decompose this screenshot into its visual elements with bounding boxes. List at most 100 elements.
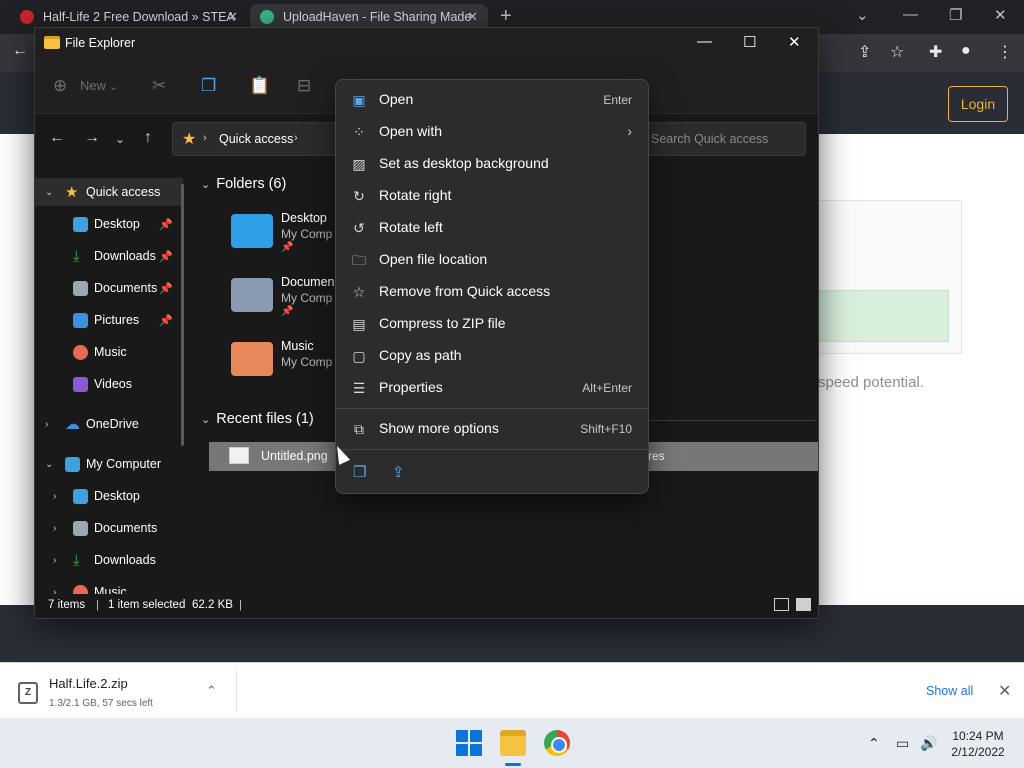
title-bar: File Explorer — ☐ ✕: [35, 28, 818, 58]
new-tab-icon[interactable]: +: [500, 5, 512, 28]
details-view-icon[interactable]: [774, 598, 789, 611]
menu-label: Rotate right: [379, 187, 452, 203]
menu-item-remove-from-quick-access[interactable]: ☆ Remove from Quick access: [340, 277, 646, 307]
copy-icon[interactable]: ❐: [353, 463, 366, 481]
menu-item-rotate-left[interactable]: ↺ Rotate left: [340, 213, 646, 243]
menu-item-open[interactable]: ▣ Open Enter: [340, 85, 646, 115]
document-icon: [73, 280, 88, 296]
cut-icon[interactable]: ✂: [152, 76, 166, 96]
menu-item-properties[interactable]: ☰ Properties Alt+Enter: [340, 373, 646, 403]
menu-shortcut: Enter: [603, 93, 632, 107]
menu-item-compress-zip[interactable]: ▤ Compress to ZIP file: [340, 309, 646, 339]
profile-avatar-icon[interactable]: ●: [961, 42, 971, 60]
close-tab-icon[interactable]: ✕: [467, 9, 478, 25]
open-with-icon: ⁘: [353, 124, 365, 140]
tab-search-chevron-icon[interactable]: ⌄: [856, 6, 869, 24]
paste-icon[interactable]: 📋: [249, 76, 270, 96]
nav-item-pictures[interactable]: Pictures 📌: [35, 306, 183, 334]
unpin-star-icon: ☆: [352, 284, 366, 300]
folders-header-label: Folders (6): [216, 176, 287, 192]
nav-item-documents[interactable]: Documents 📌: [35, 274, 183, 302]
menu-item-rotate-right[interactable]: ↻ Rotate right: [340, 181, 646, 211]
menu-item-set-desktop-background[interactable]: ▨ Set as desktop background: [340, 149, 646, 179]
nav-item-pc-desktop[interactable]: › Desktop: [35, 482, 183, 510]
menu-item-open-file-location[interactable]: 🗀 Open file location: [340, 245, 646, 275]
address-bar[interactable]: ★ › Quick access ›: [172, 122, 342, 156]
bookmark-star-icon[interactable]: ☆: [890, 42, 904, 62]
menu-item-open-with[interactable]: ⁘ Open with ›: [340, 117, 646, 147]
rename-icon[interactable]: ⊟: [297, 76, 311, 96]
rotate-right-icon: ↻: [353, 188, 365, 204]
scrollbar[interactable]: [181, 184, 184, 446]
nav-item-pc-documents[interactable]: › Documents: [35, 514, 183, 542]
download-filename[interactable]: Half.Life.2.zip: [49, 676, 128, 691]
nav-item-pc-downloads[interactable]: › ⤓ Downloads: [35, 546, 183, 574]
file-explorer-taskbar-icon[interactable]: [500, 730, 526, 756]
chevron-down-icon[interactable]: ⌄: [45, 187, 53, 198]
nav-item-quick-access[interactable]: ⌄ ★ Quick access: [35, 178, 183, 206]
chevron-up-icon[interactable]: ⌃: [868, 735, 880, 752]
up-arrow-icon[interactable]: ↑: [144, 129, 152, 147]
menu-label: Rotate left: [379, 219, 443, 235]
browser-menu-icon[interactable]: ⋮: [997, 42, 1013, 62]
nav-item-music[interactable]: Music: [35, 338, 183, 366]
nav-item-desktop[interactable]: Desktop 📌: [35, 210, 183, 238]
maximize-icon[interactable]: ☐: [743, 33, 756, 51]
menu-item-show-more-options[interactable]: ⧉ Show more options Shift+F10: [340, 414, 646, 444]
volume-icon[interactable]: 🔊: [920, 735, 937, 752]
chevron-right-icon[interactable]: ›: [53, 555, 56, 566]
login-button[interactable]: Login: [948, 86, 1008, 122]
folder-location: My Comp: [281, 291, 333, 305]
search-input[interactable]: Search Quick access: [640, 122, 806, 156]
recent-locations-chevron-icon[interactable]: ⌄: [115, 132, 125, 146]
chevron-right-icon[interactable]: ›: [53, 587, 56, 595]
chevron-right-icon[interactable]: ›: [45, 419, 48, 430]
close-icon[interactable]: ✕: [788, 33, 801, 51]
close-tab-icon[interactable]: ✕: [227, 9, 238, 25]
breadcrumb-quick-access[interactable]: Quick access: [219, 132, 293, 146]
nav-item-pc-music[interactable]: › Music: [35, 578, 183, 594]
extensions-puzzle-icon[interactable]: ✚: [929, 42, 942, 62]
menu-divider: [336, 449, 648, 450]
back-arrow-icon[interactable]: ←: [12, 42, 28, 60]
system-clock[interactable]: 10:24 PM 2/12/2022: [946, 728, 1010, 760]
minimize-icon[interactable]: —: [903, 6, 918, 23]
restore-icon[interactable]: ❐: [949, 6, 962, 24]
minimize-icon[interactable]: —: [697, 33, 712, 50]
close-icon[interactable]: ✕: [998, 681, 1011, 701]
share-icon[interactable]: ⇪: [858, 42, 871, 62]
folder-name: Music: [281, 339, 314, 353]
folders-section-header[interactable]: ⌄ Folders (6): [201, 176, 286, 192]
tiles-view-icon[interactable]: [796, 598, 811, 611]
nav-label: Documents: [94, 521, 158, 535]
pin-icon: 📌: [281, 242, 294, 253]
show-all-link[interactable]: Show all: [926, 684, 973, 698]
chevron-down-icon: ⌄: [201, 179, 211, 191]
nav-item-my-computer[interactable]: ⌄ My Computer: [35, 450, 183, 478]
recent-files-section-header[interactable]: ⌄ Recent files (1): [201, 411, 314, 427]
new-button-label[interactable]: New: [80, 78, 106, 93]
menu-shortcut: Alt+Enter: [582, 381, 632, 395]
chevron-down-icon[interactable]: ⌄: [109, 80, 118, 93]
picture-icon: [73, 312, 88, 328]
nav-item-videos[interactable]: Videos: [35, 370, 183, 398]
chevron-right-icon[interactable]: ›: [53, 491, 56, 502]
forward-arrow-icon[interactable]: →: [84, 129, 100, 147]
menu-item-copy-as-path[interactable]: ▢ Copy as path: [340, 341, 646, 371]
copy-icon[interactable]: ❐: [201, 76, 216, 96]
network-icon[interactable]: ▭: [896, 735, 909, 752]
windows-start-icon[interactable]: [456, 730, 482, 756]
chevron-right-icon[interactable]: ›: [53, 523, 56, 534]
video-icon: [73, 376, 88, 392]
chrome-taskbar-icon[interactable]: [544, 730, 570, 756]
nav-item-onedrive[interactable]: › ☁ OneDrive: [35, 410, 183, 438]
chevron-up-icon[interactable]: ⌃: [206, 683, 217, 699]
share-icon[interactable]: ⇪: [392, 463, 405, 481]
zip-file-icon: Z: [18, 682, 38, 704]
back-arrow-icon[interactable]: ←: [49, 129, 65, 147]
chevron-down-icon[interactable]: ⌄: [45, 459, 53, 470]
nav-item-downloads[interactable]: ⤓ Downloads 📌: [35, 242, 183, 270]
chevron-right-icon[interactable]: ›: [294, 132, 298, 144]
new-icon[interactable]: ⊕: [53, 76, 67, 96]
close-window-icon[interactable]: ✕: [994, 6, 1007, 24]
